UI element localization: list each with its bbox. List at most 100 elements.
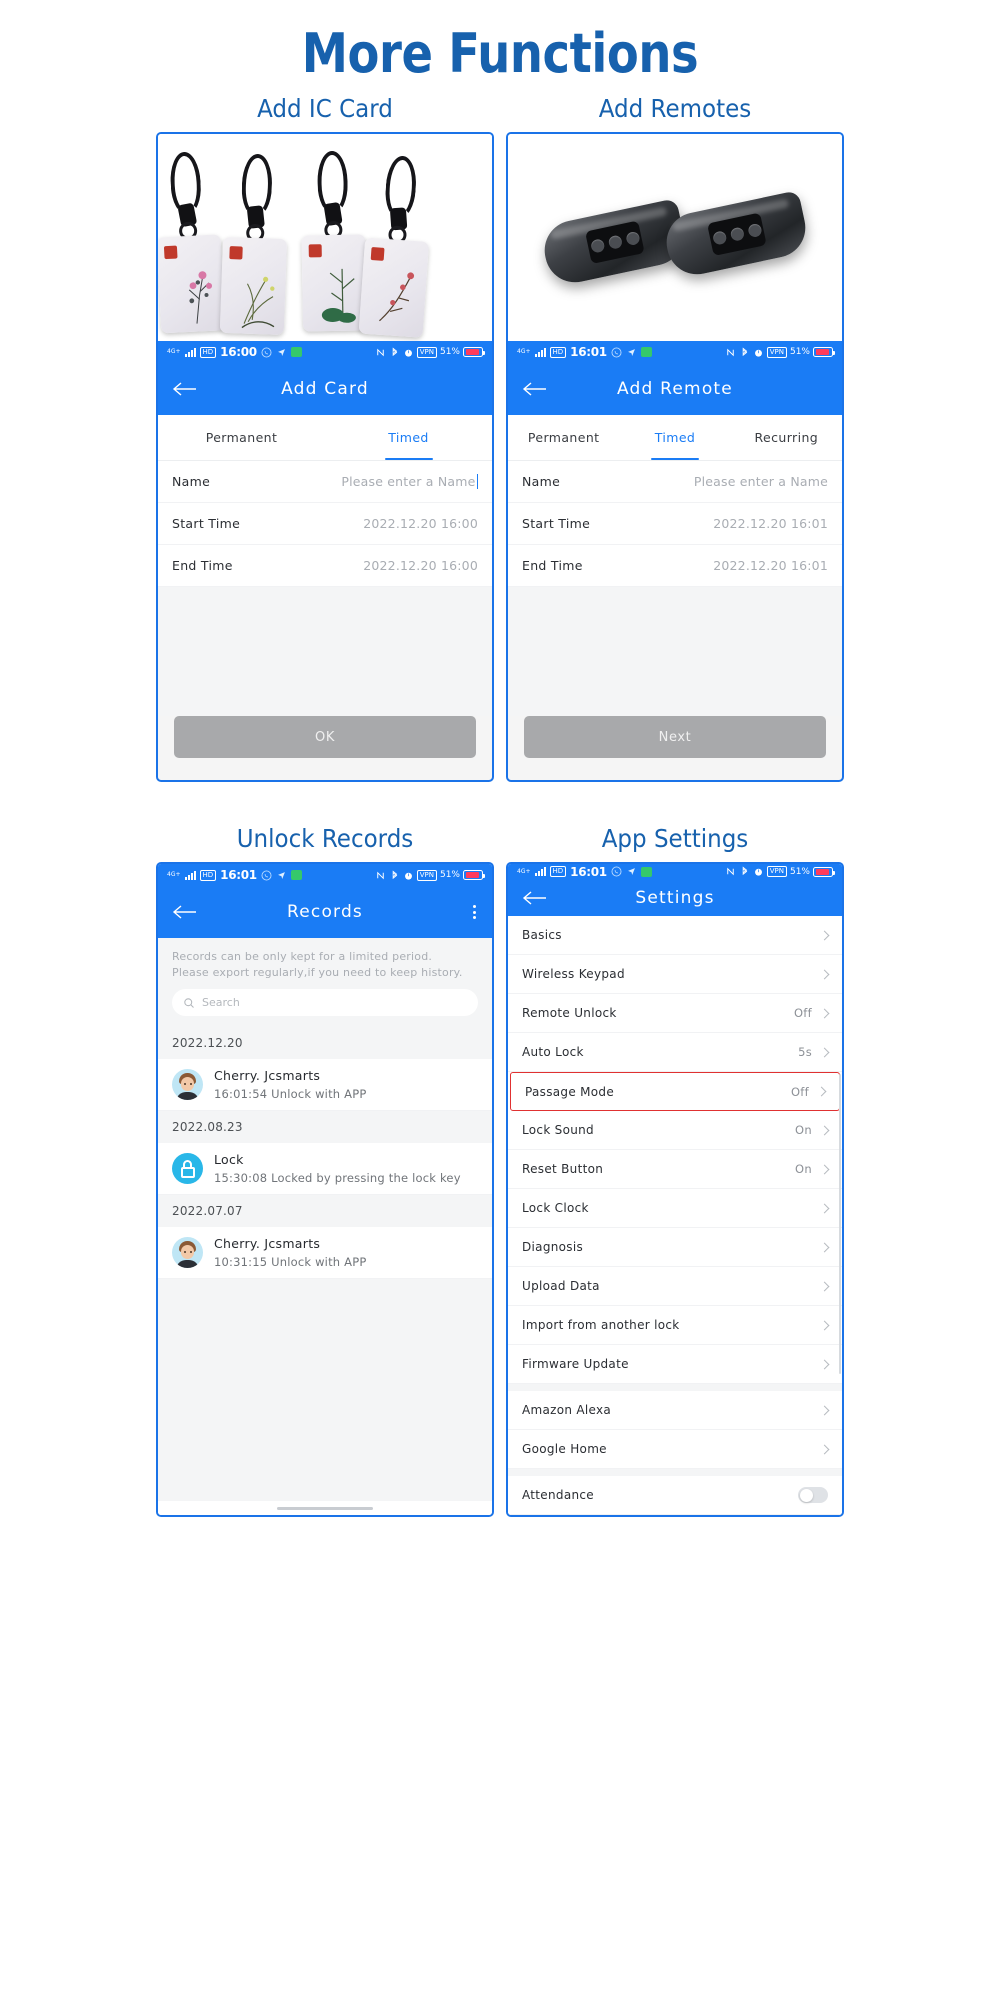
status-bar: 4G+ HD 16:01 VPN 51% (508, 864, 842, 880)
record-date-header: 2022.08.23 (158, 1111, 492, 1143)
setting-row-diagnosis[interactable]: Diagnosis (508, 1228, 842, 1267)
ok-button[interactable]: OK (174, 716, 476, 758)
app-header: Records (158, 886, 492, 938)
nfc-icon (727, 867, 734, 876)
setting-label: Passage Mode (525, 1084, 615, 1099)
chevron-right-icon (816, 1086, 827, 1097)
form-label: End Time (172, 558, 233, 573)
status-clock: 16:00 (220, 345, 257, 359)
form-row-end-time[interactable]: End Time 2022.12.20 16:00 (158, 545, 492, 587)
panel-grid: Add IC Card 4G+ HD 16:00 VPN 51% Add Car… (0, 94, 1000, 1517)
battery-icon (813, 347, 835, 357)
end-time-value[interactable]: 2022.12.20 16:01 (713, 558, 828, 573)
name-input[interactable]: Please enter a Name (341, 474, 475, 489)
app-icon (290, 870, 302, 880)
start-time-value[interactable]: 2022.12.20 16:01 (713, 516, 828, 531)
form-row-end-time[interactable]: End Time 2022.12.20 16:01 (508, 545, 842, 587)
content-spacer (508, 587, 842, 716)
panel-caption-app-settings: App Settings (601, 824, 749, 853)
form-row-name[interactable]: Name Please enter a Name (508, 461, 842, 503)
vpn-icon: VPN (416, 869, 437, 881)
panel-unlock-records: Unlock Records 4G+ HD 16:01 VPN 51% Reco… (156, 824, 494, 1517)
battery-percent: 51% (789, 347, 810, 357)
back-arrow-icon[interactable] (522, 380, 548, 398)
tab-permanent[interactable]: Permanent (158, 415, 325, 460)
settings-group-divider (508, 1469, 842, 1476)
next-button[interactable]: Next (524, 716, 826, 758)
chevron-right-icon (819, 930, 830, 940)
bluetooth-icon (742, 347, 747, 356)
content-spacer (158, 587, 492, 716)
name-input[interactable]: Please enter a Name (694, 474, 828, 489)
setting-value: Off (793, 1006, 812, 1020)
chevron-right-icon (819, 1281, 830, 1291)
tab-timed[interactable]: Timed (619, 415, 730, 460)
record-detail: 10:31:15 Unlock with APP (214, 1255, 367, 1269)
record-row[interactable]: Cherry. Jcsmarts 10:31:15 Unlock with AP… (158, 1227, 492, 1279)
panel-row-1: Add IC Card 4G+ HD 16:00 VPN 51% Add Car… (0, 94, 1000, 782)
attendance-toggle[interactable] (798, 1487, 828, 1503)
setting-row-attendance[interactable]: Attendance (508, 1476, 842, 1515)
setting-row-upload-data[interactable]: Upload Data (508, 1267, 842, 1306)
setting-row-basics[interactable]: Basics (508, 916, 842, 955)
form-row-start-time[interactable]: Start Time 2022.12.20 16:00 (158, 503, 492, 545)
setting-label: Firmware Update (522, 1357, 629, 1371)
setting-value: 5s (798, 1045, 812, 1059)
record-detail: 16:01:54 Unlock with APP (214, 1087, 367, 1101)
bluetooth-icon (392, 347, 397, 356)
network-type-label: 4G+ (517, 867, 531, 875)
form-section: Name Please enter a Name Start Time 2022… (158, 461, 492, 587)
setting-row-import-from-another-lock[interactable]: Import from another lock (508, 1306, 842, 1345)
back-arrow-icon[interactable] (172, 380, 198, 398)
setting-row-firmware-update[interactable]: Firmware Update (508, 1345, 842, 1384)
status-bar: 4G+ HD 16:01 VPN 51% (508, 341, 842, 363)
signal-bars-icon (534, 867, 546, 877)
end-time-value[interactable]: 2022.12.20 16:00 (363, 558, 478, 573)
tab-permanent[interactable]: Permanent (508, 415, 619, 460)
back-arrow-icon[interactable] (522, 889, 548, 907)
setting-row-google-home[interactable]: Google Home (508, 1430, 842, 1469)
back-arrow-icon[interactable] (172, 903, 198, 921)
setting-row-reset-button[interactable]: Reset Button On (508, 1150, 842, 1189)
more-options-icon[interactable] (473, 905, 476, 919)
tab-timed[interactable]: Timed (325, 415, 492, 460)
setting-row-amazon-alexa[interactable]: Amazon Alexa (508, 1391, 842, 1430)
panel-app-settings: App Settings 4G+ HD 16:01 VPN 51% Settin… (506, 824, 844, 1517)
app-header-title: Settings (635, 887, 715, 908)
setting-row-lock-clock[interactable]: Lock Clock (508, 1189, 842, 1228)
app-header: Add Remote (508, 363, 842, 415)
battery-icon (463, 347, 485, 357)
record-row[interactable]: Lock 15:30:08 Locked by pressing the loc… (158, 1143, 492, 1195)
app-header: Settings (508, 879, 842, 916)
nfc-icon (727, 348, 734, 356)
scrollbar[interactable] (838, 1074, 841, 1374)
battery-percent: 51% (789, 866, 810, 877)
setting-value: Off (790, 1084, 809, 1099)
setting-row-remote-unlock[interactable]: Remote Unlock Off (508, 994, 842, 1033)
network-type-label: 4G+ (517, 348, 531, 355)
chevron-right-icon (819, 1320, 830, 1330)
search-input[interactable]: Search (172, 989, 478, 1016)
record-row[interactable]: Cherry. Jcsmarts 16:01:54 Unlock with AP… (158, 1059, 492, 1111)
form-row-name[interactable]: Name Please enter a Name (158, 461, 492, 503)
signal-bars-icon (534, 347, 546, 357)
location-icon (627, 348, 635, 356)
setting-row-lock-sound[interactable]: Lock Sound On (508, 1111, 842, 1150)
nfc-icon (377, 348, 384, 356)
setting-label: Upload Data (522, 1279, 600, 1293)
record-user-name: Lock (214, 1152, 244, 1167)
setting-row-wireless-keypad[interactable]: Wireless Keypad (508, 955, 842, 994)
chevron-right-icon (819, 1242, 830, 1252)
setting-row-passage-mode[interactable]: Passage Mode Off (510, 1072, 840, 1111)
notice-line-1: Records can be only kept for a limited p… (172, 950, 433, 963)
nfc-icon (377, 871, 384, 879)
product-photo-ic-cards (158, 134, 492, 341)
setting-label: Lock Clock (522, 1201, 589, 1215)
alarm-icon (754, 868, 762, 876)
tab-recurring[interactable]: Recurring (731, 415, 842, 460)
lock-icon (172, 1153, 203, 1184)
setting-label: Import from another lock (522, 1318, 680, 1332)
form-row-start-time[interactable]: Start Time 2022.12.20 16:01 (508, 503, 842, 545)
start-time-value[interactable]: 2022.12.20 16:00 (363, 516, 478, 531)
setting-row-auto-lock[interactable]: Auto Lock 5s (508, 1033, 842, 1072)
